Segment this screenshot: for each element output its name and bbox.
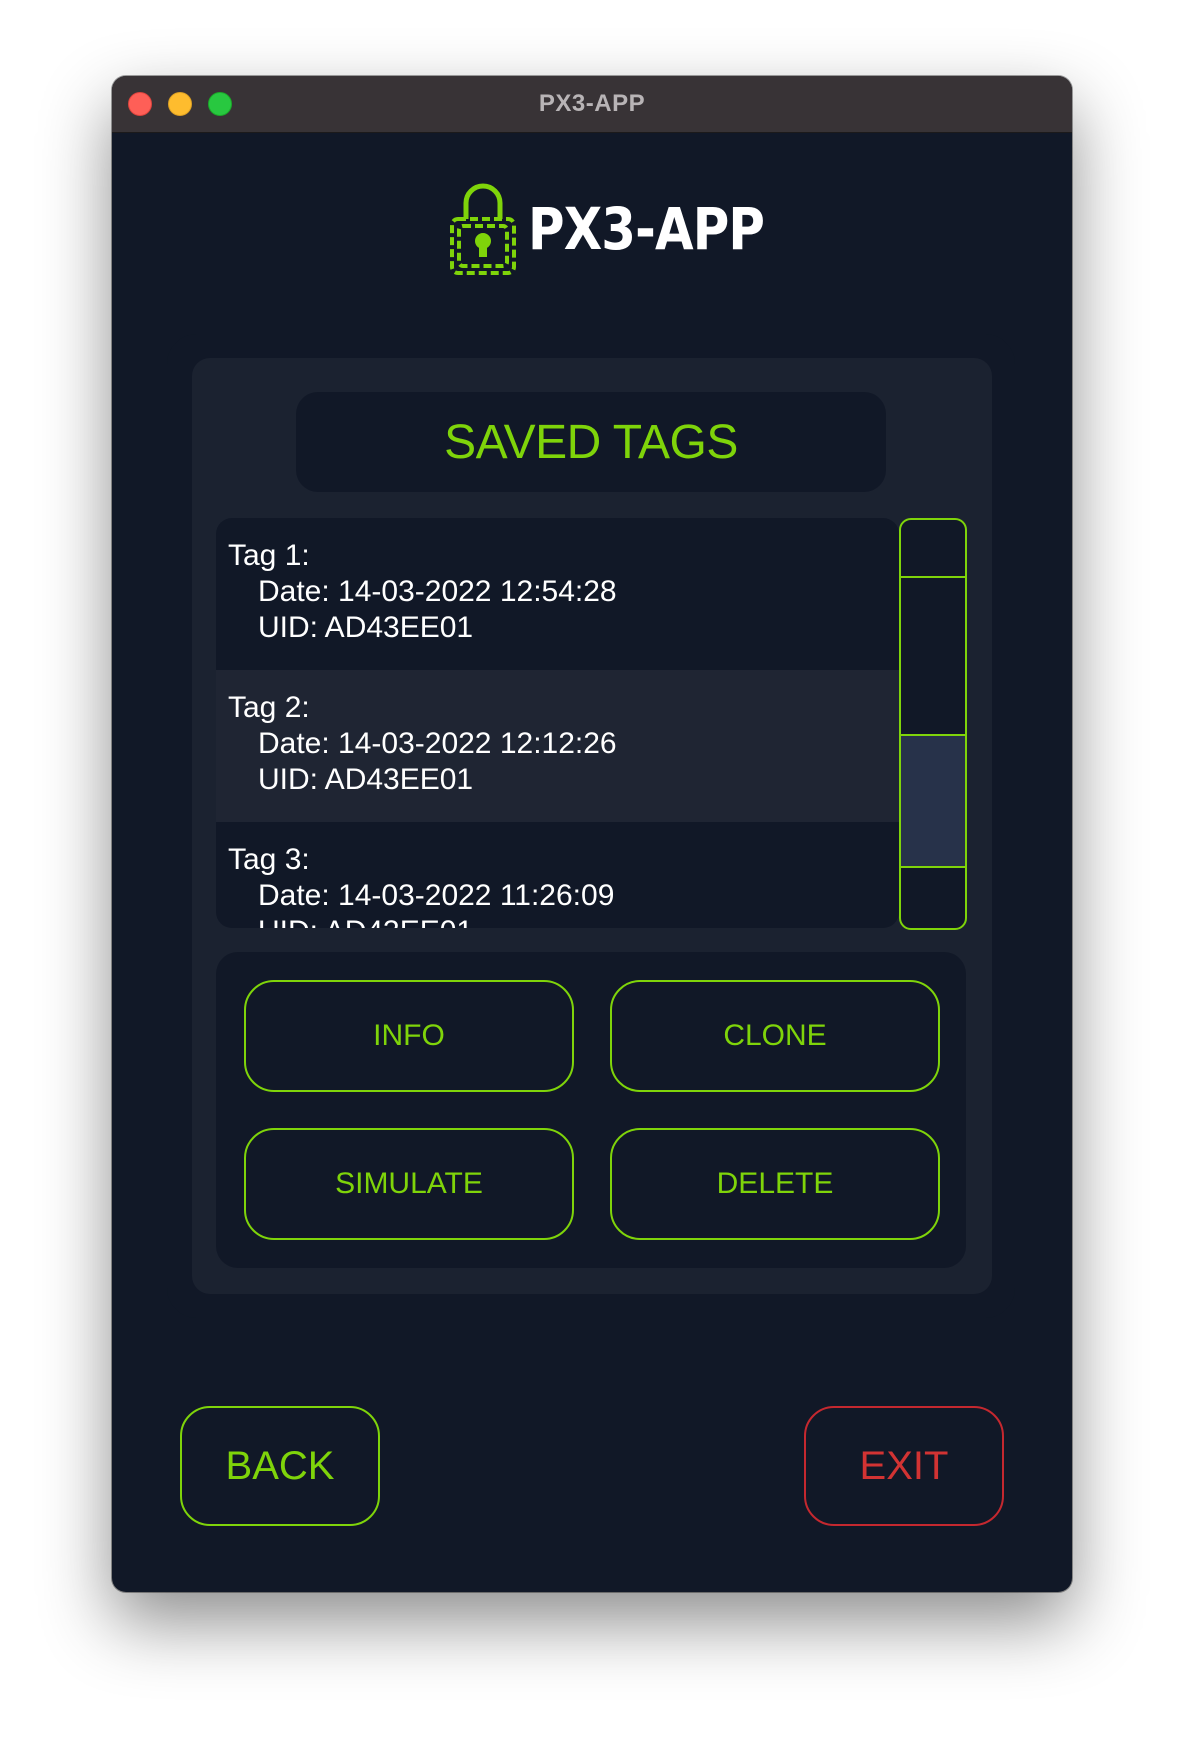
tag-date: Date: 14-03-2022 11:26:09 <box>258 879 615 912</box>
tag-date: Date: 14-03-2022 12:12:26 <box>258 727 617 760</box>
exit-button[interactable]: EXIT <box>804 1406 1004 1526</box>
tag-uid: UID: AD43EE01 <box>228 914 899 928</box>
saved-tags-header: SAVED TAGS <box>296 392 886 492</box>
tag-label: Tag 3: <box>228 843 310 876</box>
list-item[interactable]: Tag 3: Date: 14-03-2022 11:26:09 UID: AD… <box>216 822 899 928</box>
tag-label: Tag 1: <box>228 539 310 572</box>
list-item[interactable]: Tag 2: Date: 14-03-2022 12:12:26 UID: AD… <box>216 670 899 822</box>
window-title: PX3-APP <box>538 90 646 117</box>
scrollbar-track-top[interactable] <box>901 520 965 578</box>
app-logo: PX3-APP <box>448 174 803 284</box>
tag-uid: UID: AD43EE01 <box>258 763 474 796</box>
title-bar[interactable]: PX3-APP <box>112 76 1072 133</box>
tag-uid: UID: AD43EE01 <box>258 611 474 644</box>
tag-date: Date: 14-03-2022 12:54:28 <box>258 575 617 608</box>
logo-text: PX3-APP <box>528 195 765 263</box>
back-button[interactable]: BACK <box>180 1406 380 1526</box>
list-scrollbar[interactable] <box>899 518 967 930</box>
info-button[interactable]: INFO <box>244 980 574 1092</box>
app-window: PX3-APP PX3-APP SAVED TAGS Tag 1: Date: … <box>112 76 1072 1592</box>
padlock-icon <box>450 183 516 275</box>
scrollbar-thumb[interactable] <box>901 578 965 736</box>
scrollbar-track[interactable] <box>901 736 965 868</box>
delete-button[interactable]: DELETE <box>610 1128 940 1240</box>
simulate-button[interactable]: SIMULATE <box>244 1128 574 1240</box>
tag-label: Tag 2: <box>228 691 310 724</box>
clone-button[interactable]: CLONE <box>610 980 940 1092</box>
list-item[interactable]: Tag 1: Date: 14-03-2022 12:54:28 UID: AD… <box>216 518 899 670</box>
page-title: SAVED TAGS <box>444 415 738 469</box>
saved-tags-list[interactable]: Tag 1: Date: 14-03-2022 12:54:28 UID: AD… <box>216 518 899 928</box>
